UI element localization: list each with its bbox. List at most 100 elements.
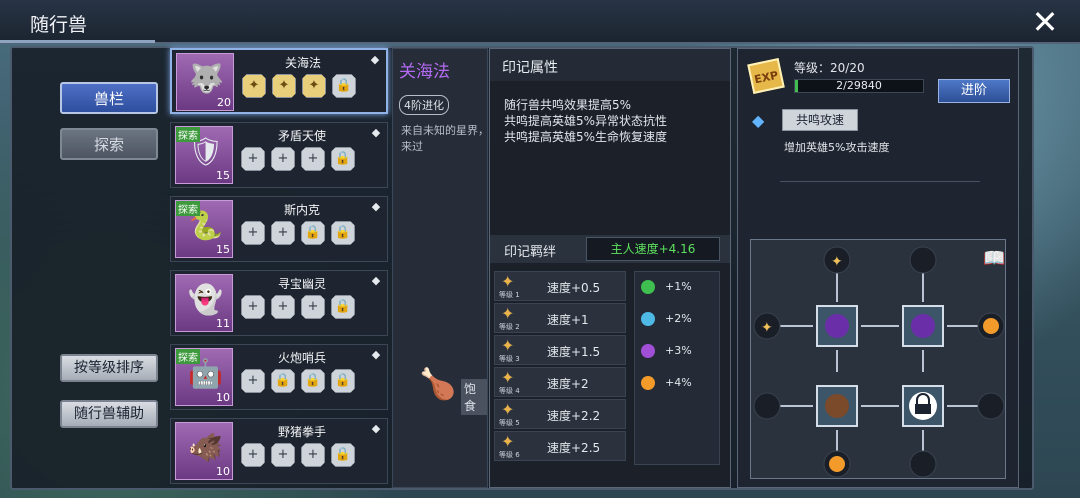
bond-level-label: 等级 3 [499,355,520,363]
water-gem-icon: ◆ [752,111,765,130]
bond-level-value: 速度+2.2 [547,409,601,423]
bonus-list: +1% +2% +3% +4% [634,271,720,465]
level-text: 等级：20/20 [794,61,865,75]
sort-by-level-button[interactable]: 按等级排序 [60,354,158,382]
mark-slot[interactable]: 🔒 [271,369,295,393]
creature-name: 矛盾天使 [277,129,326,143]
bonus-orb-icon [641,344,655,358]
bond-level-row: ✦ 等级 4 速度+2 [494,367,626,397]
evolution-stage-badge: 4阶进化 [399,95,449,115]
bond-level-row: ✦ 等级 1 速度+0.5 [494,271,626,301]
empty-node[interactable] [909,450,937,478]
creature-name: 斯内克 [283,203,320,217]
assist-button[interactable]: 随行兽辅助 [60,400,158,428]
bond-level-row: ✦ 等级 6 速度+2.5 [494,431,626,461]
mark-slot[interactable]: + [301,443,325,467]
tab-beast-pen[interactable]: 兽栏 [60,82,158,114]
mark-socket-2[interactable] [902,305,944,347]
mark-slot[interactable]: + [271,295,295,319]
mark-slot[interactable]: 🔒 [331,147,355,171]
bond-level-value: 速度+0.5 [547,281,601,295]
tab-explore[interactable]: 探索 [60,128,158,160]
bond-level-row: ✦ 等级 3 速度+1.5 [494,335,626,365]
mark-slot-row: + + + 🔒 [241,443,355,467]
bond-level-value: 速度+1.5 [547,345,601,359]
divider [780,181,980,182]
bonus-orb-icon [641,280,655,294]
mark-slot[interactable]: 🔒 [332,74,356,98]
mark-slot[interactable]: 🔒 [301,221,325,245]
bonus-row: +1% [641,280,692,294]
empty-node[interactable] [909,246,937,274]
page-title: 随行兽 [30,14,88,36]
creature-portrait: 🐍 探索 15 [175,200,233,258]
mark-slot[interactable]: + [301,147,325,171]
mark-slot[interactable]: 🔒 [331,221,355,245]
mark-socket-locked[interactable] [902,385,944,427]
bond-level-value: 速度+2 [547,377,589,391]
mark-slot[interactable]: 🔒 [301,369,325,393]
creature-card[interactable]: 🐺 20 关海法 ◆ ✦ ✦ ✦ 🔒 [170,48,388,114]
creature-card[interactable]: 👻 11 寻宝幽灵 ◆ + + + 🔒 [170,270,388,336]
mark-socket-3[interactable] [816,385,858,427]
mark-slot[interactable]: + [271,147,295,171]
creature-level: 10 [216,391,230,404]
creature-card[interactable]: 🤖 探索 10 火炮哨兵 ◆ + 🔒 🔒 🔒 [170,344,388,410]
mark-slot[interactable]: + [241,147,265,171]
creature-card[interactable]: 🐗 10 野猪拳手 ◆ + + + 🔒 [170,418,388,484]
mark-slot[interactable]: ✦ [302,74,326,98]
creature-card[interactable]: 🐍 探索 15 斯内克 ◆ + + 🔒 🔒 [170,196,388,262]
bonus-orb-icon [641,376,655,390]
bond-level-label: 等级 6 [499,451,520,459]
resonance-attack-speed-button[interactable]: 共鸣攻速 [782,109,858,131]
mark-slot[interactable]: + [241,295,265,319]
mark-line: 共鸣提高英雄5%异常状态抗性 [504,114,668,128]
title-bar: 随行兽 ✕ [0,0,1080,44]
bond-level-value: 速度+1 [547,313,589,327]
flame-mark-icon: ✦ [501,368,515,387]
empty-node[interactable] [753,392,781,420]
creature-description: 来自未知的星界，来过 [401,124,489,153]
bond-level-row: ✦ 等级 5 速度+2.2 [494,399,626,429]
mark-attributes-panel: 印记属性 随行兽共鸣效果提高5% 共鸣提高英雄5%异常状态抗性 共鸣提高英雄5%… [489,48,731,488]
feed-label[interactable]: 饱食 [461,379,487,415]
bond-level-value: 速度+2.5 [547,441,601,455]
mark-slot[interactable]: ✦ [272,74,296,98]
title-underline [0,40,155,43]
mark-socket-1[interactable] [816,305,858,347]
mark-line: 随行兽共鸣效果提高5% [504,98,632,112]
mark-slot[interactable]: + [271,443,295,467]
bonus-row: +2% [641,312,692,326]
mark-slot[interactable]: 🔒 [331,443,355,467]
creature-name: 火炮哨兵 [277,351,326,365]
creature-card[interactable]: 🛡 探索 15 矛盾天使 ◆ + + + 🔒 [170,122,388,188]
mark-slot[interactable]: + [241,369,265,393]
mark-slot[interactable]: + [241,443,265,467]
creature-portrait: 🐗 10 [175,422,233,480]
mark-attributes-header: 印记属性 [490,49,730,81]
mark-slot[interactable]: 🔒 [331,369,355,393]
water-gem-icon: ◆ [371,274,381,287]
mark-slot[interactable]: 🔒 [331,295,355,319]
mark-slot[interactable]: ✦ [242,74,266,98]
flame-mark-icon: ✦ [501,400,515,419]
explore-tag: 探索 [176,201,200,216]
advance-button[interactable]: 进阶 [938,79,1010,103]
bond-level-label: 等级 4 [499,387,520,395]
empty-node[interactable] [977,392,1005,420]
mark-slot[interactable]: + [241,221,265,245]
bond-level-label: 等级 1 [499,291,520,299]
flame-node-glyph: ✦ [761,320,773,336]
bonus-value: +4% [665,376,692,389]
mark-slot[interactable]: + [271,221,295,245]
fire-crystal-icon: ◆ [371,348,381,361]
mark-slot[interactable]: + [301,295,325,319]
creature-portrait: 🛡 探索 15 [175,126,233,184]
roast-chicken-icon[interactable]: 🍗 [419,367,456,402]
detail-column: 关海法 4阶进化 来自未知的星界，来过 🍗 饱食 [392,48,489,488]
water-gem-icon: ◆ [370,53,380,66]
creature-portrait: 👻 11 [175,274,233,332]
mark-socket-graph: ✦ ✦ [753,246,1005,478]
close-button[interactable]: ✕ [1028,6,1062,40]
spellbook-icon[interactable]: 📖 [983,248,1005,269]
